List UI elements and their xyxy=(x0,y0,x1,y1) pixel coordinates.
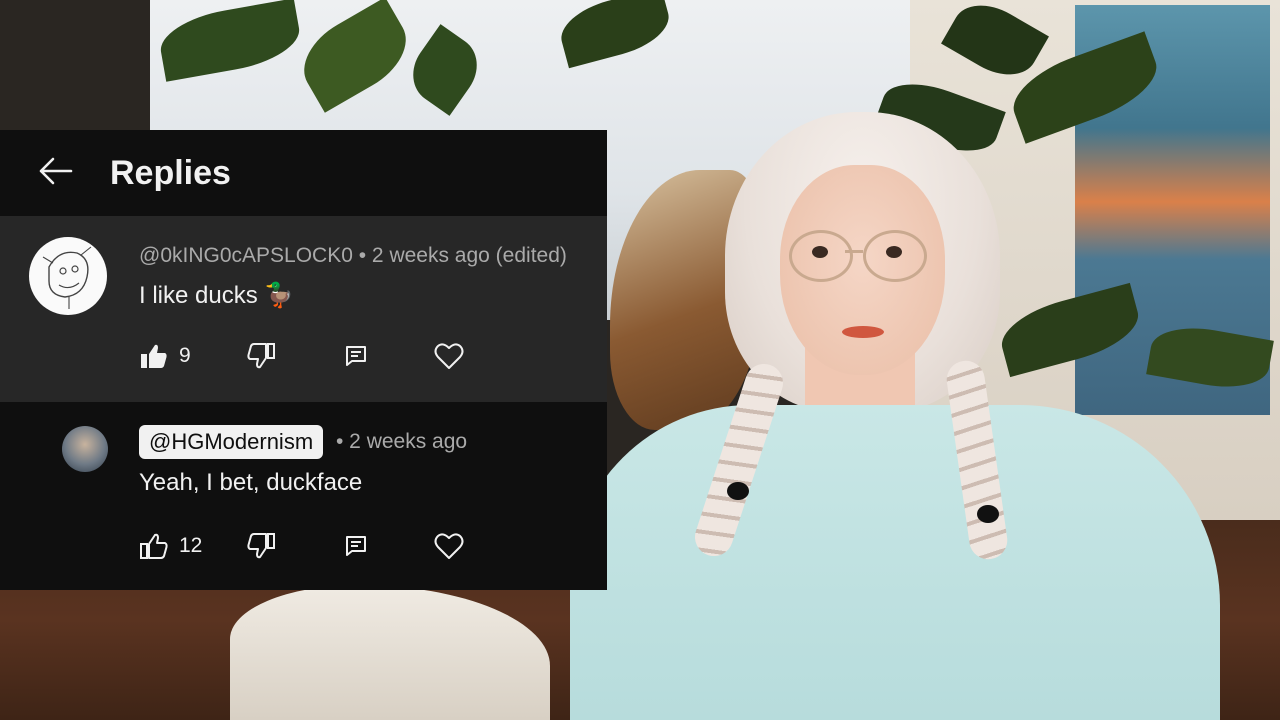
heart-icon xyxy=(434,532,464,560)
heart-icon xyxy=(434,342,464,370)
panel-header: Replies xyxy=(0,130,607,216)
like-button[interactable]: 9 xyxy=(139,342,191,370)
replies-panel: Replies @0kING0cAPSLOCK0 • 2 weeks ago (… xyxy=(0,130,607,590)
comment-author[interactable]: @0kING0cAPSLOCK0 xyxy=(139,244,353,267)
comment-parent: @0kING0cAPSLOCK0 • 2 weeks ago (edited) … xyxy=(0,216,607,402)
person-lips xyxy=(842,326,884,338)
dislike-button[interactable] xyxy=(246,532,276,560)
reply-button[interactable] xyxy=(344,344,368,368)
avatar[interactable] xyxy=(62,426,108,472)
glasses-bridge xyxy=(845,250,863,253)
arrow-left-icon xyxy=(37,156,73,191)
person-eye xyxy=(812,246,828,258)
heart-button[interactable] xyxy=(434,342,464,370)
comment-timestamp: • 2 weeks ago (edited) xyxy=(352,244,567,267)
comment-reply-icon xyxy=(344,344,368,368)
back-button[interactable] xyxy=(0,130,110,216)
heart-button[interactable] xyxy=(434,532,464,560)
comment-timestamp: • 2 weeks ago xyxy=(336,430,468,453)
reply-button[interactable] xyxy=(344,534,368,558)
comment-text: I like ducks 🦆 xyxy=(139,282,295,309)
dislike-button[interactable] xyxy=(246,342,276,370)
avatar[interactable] xyxy=(29,237,107,315)
comment-text: Yeah, I bet, duckface xyxy=(139,469,363,496)
comment-reply-icon xyxy=(344,534,368,558)
like-count: 12 xyxy=(179,534,203,557)
doodle-avatar-icon xyxy=(42,246,92,309)
like-count: 9 xyxy=(179,344,191,367)
panel-title: Replies xyxy=(110,153,231,192)
person-eye xyxy=(886,246,902,258)
comment-meta: • 2 weeks ago xyxy=(336,430,467,454)
thumbs-down-icon xyxy=(246,342,276,370)
hair-tie xyxy=(977,505,999,523)
person-shirt xyxy=(570,405,1220,720)
like-button[interactable]: 12 xyxy=(139,532,202,560)
author-highlight-chip[interactable]: @HGModernism xyxy=(139,425,324,459)
thumbs-up-filled-icon xyxy=(139,342,169,370)
thumbs-up-icon xyxy=(139,532,169,560)
hair-tie xyxy=(727,482,749,500)
thumbs-down-icon xyxy=(246,532,276,560)
comment-meta: @0kING0cAPSLOCK0 • 2 weeks ago (edited) xyxy=(139,244,567,268)
